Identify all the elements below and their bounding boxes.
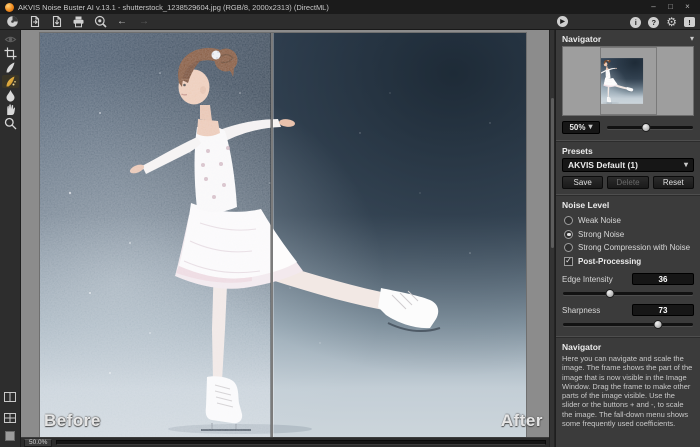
separator xyxy=(556,140,700,142)
save-image-icon[interactable] xyxy=(49,15,63,28)
grid-view-icon[interactable] xyxy=(4,410,16,428)
tool-sidebar xyxy=(0,30,21,447)
zoom-select[interactable]: 50% ▾ xyxy=(562,121,600,134)
panel-splitter[interactable] xyxy=(549,30,555,447)
zoom-slider-thumb[interactable] xyxy=(641,123,650,132)
zoom-value: 50% xyxy=(569,123,585,132)
slider-track xyxy=(563,292,693,295)
undo-icon[interactable]: ← xyxy=(115,15,129,28)
radio-strong-noise[interactable]: Strong Noise xyxy=(564,228,694,242)
radio-label: Strong Compression with Noise xyxy=(578,243,690,252)
preset-selected: AKVIS Default (1) xyxy=(568,160,638,170)
minimize-button[interactable]: – xyxy=(646,1,661,13)
radio-icon[interactable] xyxy=(564,243,573,252)
crop-tool-icon[interactable] xyxy=(2,47,19,60)
hand-tool-icon[interactable] xyxy=(2,103,19,116)
status-bar: 50.0% xyxy=(21,437,549,447)
navigator-title: Navigator xyxy=(562,34,601,44)
navigator-thumbnail[interactable] xyxy=(562,46,694,116)
title-bar: AKVIS Noise Buster AI v.13.1 - shutterst… xyxy=(0,0,700,14)
preferences-icon[interactable]: ⚙ xyxy=(666,16,677,28)
run-icon[interactable]: ▶ xyxy=(557,16,568,27)
radio-strong-compression[interactable]: Strong Compression with Noise xyxy=(564,241,694,255)
before-label: Before xyxy=(44,411,101,431)
app-window: AKVIS Noise Buster AI v.13.1 - shutterst… xyxy=(0,0,700,447)
zoom-tool-icon[interactable] xyxy=(2,117,19,130)
navigator-preview-image xyxy=(601,48,656,114)
zoom-slider[interactable] xyxy=(606,121,694,133)
radio-label: Weak Noise xyxy=(578,216,621,225)
close-button[interactable]: × xyxy=(680,1,695,13)
sharpness-label: Sharpness xyxy=(562,306,600,315)
open-image-icon[interactable] xyxy=(27,15,41,28)
feedback-icon[interactable]: ! xyxy=(684,17,695,27)
redo-icon: → xyxy=(137,15,151,28)
skater-photo xyxy=(40,33,526,437)
workspace-icon[interactable] xyxy=(5,15,19,28)
toolbar: ← → ▶ i ? ⚙ ! xyxy=(0,14,700,30)
share-icon[interactable] xyxy=(93,15,107,28)
noise-brush-icon[interactable] xyxy=(2,75,19,88)
maximize-button[interactable]: □ xyxy=(663,1,678,13)
edge-intensity-slider-thumb[interactable] xyxy=(605,289,614,298)
checkbox-label: Post-Processing xyxy=(578,257,641,266)
radio-icon[interactable] xyxy=(564,216,573,225)
preview-eye-icon xyxy=(2,33,19,46)
checkbox-icon[interactable]: ✓ xyxy=(564,257,573,266)
post-processing-checkbox-row[interactable]: ✓ Post-Processing xyxy=(564,255,694,269)
preset-dropdown-icon: ▾ xyxy=(684,161,688,169)
reset-preset-button[interactable]: Reset xyxy=(653,176,694,189)
help-text: Here you can navigate and scale the imag… xyxy=(562,354,694,428)
sharpness-slider[interactable] xyxy=(562,318,694,330)
edge-intensity-value[interactable]: 36 xyxy=(632,273,694,285)
slider-track xyxy=(563,323,693,326)
window-title: AKVIS Noise Buster AI v.13.1 - shutterst… xyxy=(18,3,329,12)
before-after-divider[interactable] xyxy=(271,33,273,437)
sharpness-value[interactable]: 73 xyxy=(632,304,694,316)
noise-overlay xyxy=(40,33,271,437)
save-preset-button[interactable]: Save xyxy=(562,176,603,189)
delete-preset-button[interactable]: Delete xyxy=(607,176,648,189)
sharpness-slider-thumb[interactable] xyxy=(654,320,663,329)
radio-icon[interactable] xyxy=(564,230,573,239)
after-label: After xyxy=(501,411,543,431)
preset-dropdown[interactable]: AKVIS Default (1) ▾ xyxy=(562,158,694,172)
split-view-icon[interactable] xyxy=(4,389,16,407)
status-zoom-value: 50.0% xyxy=(24,439,52,447)
photo-comparison[interactable] xyxy=(40,33,526,437)
help-title: Navigator xyxy=(562,342,694,352)
radio-weak-noise[interactable]: Weak Noise xyxy=(564,214,694,228)
blur-drop-icon[interactable] xyxy=(2,89,19,102)
help-icon[interactable]: ? xyxy=(648,17,659,28)
edge-intensity-slider[interactable] xyxy=(562,287,694,299)
info-icon[interactable]: i xyxy=(630,17,641,28)
navigator-collapse-icon[interactable]: ▾ xyxy=(690,35,694,43)
image-window[interactable]: Before After xyxy=(21,30,549,437)
presets-title: Presets xyxy=(562,146,694,156)
separator xyxy=(556,336,700,338)
zoom-dropdown-icon: ▾ xyxy=(589,123,593,131)
separator xyxy=(556,194,700,196)
radio-label: Strong Noise xyxy=(578,230,624,239)
edge-intensity-label: Edge Intensity xyxy=(562,275,613,284)
progress-bar xyxy=(56,440,546,445)
color-swatch[interactable] xyxy=(5,431,15,441)
settings-panel: Navigator ▾ 50% ▾ Presets AKVIS Defaul xyxy=(555,30,700,447)
smudge-brush-icon[interactable] xyxy=(2,61,19,74)
print-icon[interactable] xyxy=(71,15,85,28)
akvis-logo-icon xyxy=(5,3,14,12)
noise-level-title: Noise Level xyxy=(562,200,694,210)
